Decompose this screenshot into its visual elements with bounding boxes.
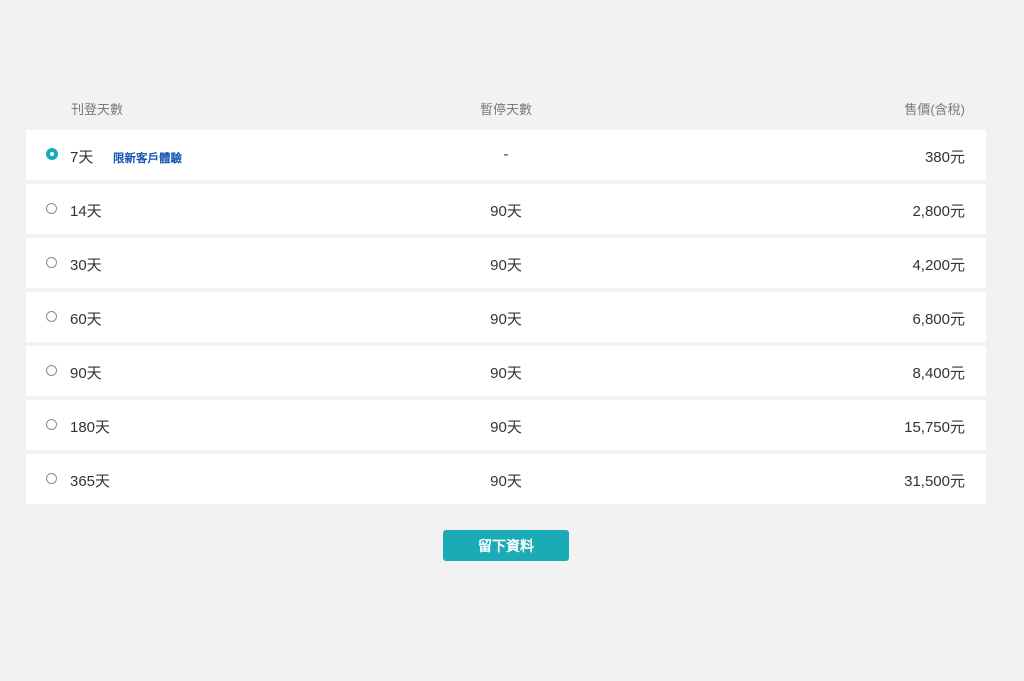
plan-row-180[interactable]: 180天 90天 15,750元 xyxy=(26,400,986,450)
plan-table: 刊登天數 暫停天數 售價(含稅) 7天 限新客戶體驗 - 380元 14天 90… xyxy=(26,89,986,508)
plan-row-30[interactable]: 30天 90天 4,200元 xyxy=(26,238,986,288)
plan-price: 6,800元 xyxy=(912,311,965,328)
plan-pause: 90天 xyxy=(490,203,522,220)
plan-row-90[interactable]: 90天 90天 8,400元 xyxy=(26,346,986,396)
plan-pause: 90天 xyxy=(490,473,522,490)
plan-price: 15,750元 xyxy=(904,419,965,436)
table-header: 刊登天數 暫停天數 售價(含稅) xyxy=(26,89,986,126)
plan-pause: 90天 xyxy=(490,257,522,274)
submit-info-button[interactable]: 留下資料 xyxy=(443,530,569,561)
plan-pause: 90天 xyxy=(490,365,522,382)
header-pause: 暫停天數 xyxy=(479,102,532,117)
plan-price: 380元 xyxy=(924,149,965,166)
plan-row-7[interactable]: 7天 限新客戶體驗 - 380元 xyxy=(26,130,986,180)
plan-price: 2,800元 xyxy=(912,203,965,220)
plan-price: 31,500元 xyxy=(904,473,965,490)
plan-price: 8,400元 xyxy=(912,365,965,382)
plan-row-365[interactable]: 365天 90天 31,500元 xyxy=(26,454,986,504)
plan-row-14[interactable]: 14天 90天 2,800元 xyxy=(26,184,986,234)
header-price: 售價(含稅) xyxy=(904,102,965,117)
plan-pause: - xyxy=(503,146,509,163)
plan-rows: 7天 限新客戶體驗 - 380元 14天 90天 2,800元 30天 90天 … xyxy=(26,130,986,504)
plan-pause: 90天 xyxy=(490,419,522,436)
plan-pause: 90天 xyxy=(490,311,522,328)
plan-row-60[interactable]: 60天 90天 6,800元 xyxy=(26,292,986,342)
plan-price: 4,200元 xyxy=(912,257,965,274)
